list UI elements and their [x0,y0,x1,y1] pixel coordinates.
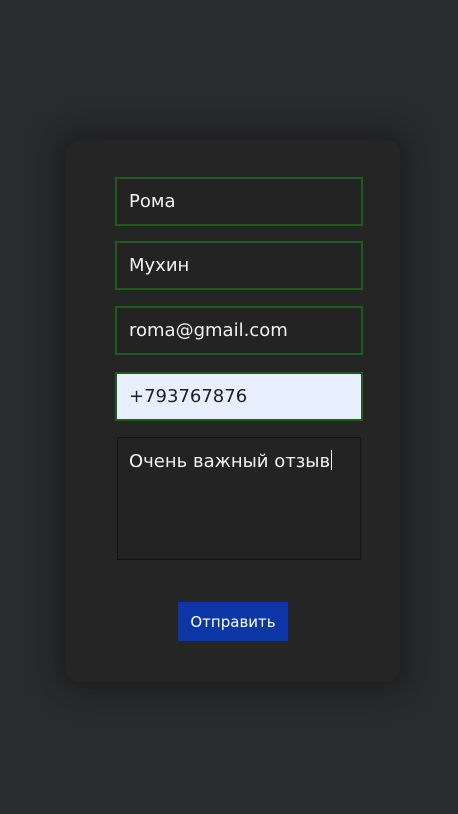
first-name-value: Рома [129,191,176,212]
email-field[interactable]: roma@gmail.com [115,306,363,355]
last-name-field[interactable]: Мухин [115,241,363,290]
phone-field[interactable]: +793767876 [115,372,363,421]
submit-button[interactable]: Отправить [178,602,288,641]
email-value: roma@gmail.com [129,320,288,341]
page: Рома Мухин roma@gmail.com +793767876 Оче… [0,0,458,814]
text-caret [331,450,333,470]
message-textarea[interactable]: Очень важный отзыв [117,437,361,560]
first-name-field[interactable]: Рома [115,177,363,226]
phone-value: +793767876 [129,386,248,407]
last-name-value: Мухин [129,255,190,276]
message-value: Очень важный отзыв [129,451,331,472]
